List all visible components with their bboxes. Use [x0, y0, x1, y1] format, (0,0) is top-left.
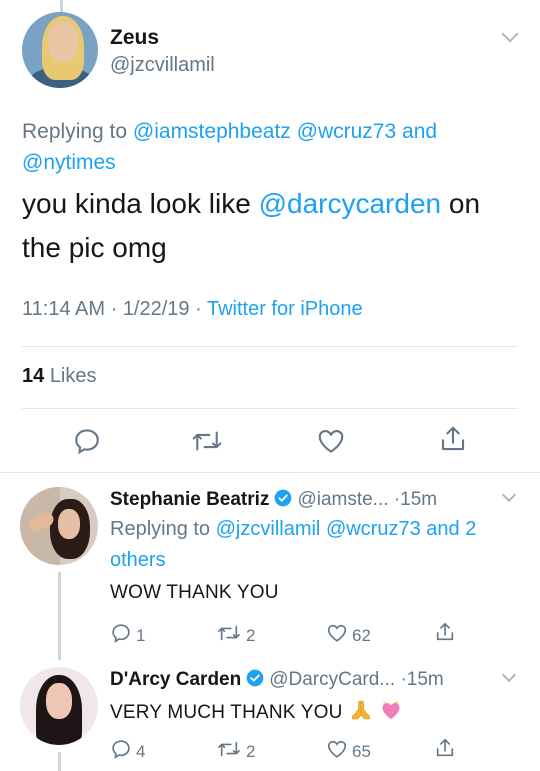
reply-icon	[110, 622, 136, 649]
retweet-button[interactable]: 2	[216, 622, 255, 649]
reply-text: WOW THANK YOU	[110, 582, 279, 603]
reply-author-handle[interactable]: @iamste...	[297, 489, 388, 510]
reply-header: D'Arcy Carden @DarcyCard... ·15m	[110, 668, 444, 694]
share-icon[interactable]	[434, 620, 460, 644]
reply-button[interactable]: 1	[110, 622, 145, 649]
heart-icon[interactable]	[316, 426, 346, 456]
verified-badge-icon	[245, 668, 265, 694]
reply-text: VERY MUCH THANK YOU	[110, 698, 403, 728]
reply-age: 15m	[400, 489, 438, 510]
mention-link[interactable]: @wcruz73	[297, 120, 397, 143]
retweet-icon	[216, 738, 246, 765]
thread-line	[58, 752, 61, 771]
author-name[interactable]: Zeus	[110, 26, 159, 50]
tweet-meta: 11:14 AM · 1/22/19 · Twitter for iPhone	[22, 298, 363, 320]
retweet-button[interactable]: 2	[216, 738, 255, 765]
divider	[0, 472, 540, 473]
reply-author-name[interactable]: D'Arcy Carden	[110, 669, 241, 690]
tweet-date: 1/22/19	[122, 298, 190, 320]
mention-link[interactable]: @wcruz73	[326, 518, 421, 540]
replying-to-line: Replying to @iamstephbeatz @wcruz73 and …	[22, 120, 438, 174]
share-icon[interactable]	[434, 736, 460, 760]
avatar[interactable]	[22, 12, 98, 88]
replying-to-line: Replying to @jzcvillamil @wcruz73 and 2 …	[110, 518, 477, 571]
chevron-down-icon[interactable]	[501, 667, 517, 683]
mention-link[interactable]: @darcycarden	[259, 188, 442, 219]
chevron-down-icon[interactable]	[501, 25, 519, 43]
avatar[interactable]	[20, 667, 98, 745]
avatar[interactable]	[20, 487, 98, 565]
folded-hands-emoji	[349, 698, 373, 728]
retweet-icon[interactable]	[190, 426, 224, 456]
likes-count[interactable]: 14 Likes	[22, 365, 97, 388]
thread-line	[58, 572, 61, 660]
tweet-source-link[interactable]: Twitter for iPhone	[207, 298, 363, 320]
reply-author-name[interactable]: Stephanie Beatriz	[110, 489, 269, 510]
verified-badge-icon	[273, 488, 293, 514]
sparkling-heart-emoji	[379, 698, 403, 728]
reply-icon[interactable]	[72, 426, 102, 456]
like-button[interactable]: 65	[326, 738, 371, 765]
reply-header: Stephanie Beatriz @iamste... ·15m	[110, 488, 437, 514]
mention-link[interactable]: @iamstephbeatz	[133, 120, 291, 143]
like-button[interactable]: 62	[326, 622, 371, 649]
reply-icon	[110, 738, 136, 765]
chevron-down-icon[interactable]	[501, 487, 517, 503]
thread-line-top	[60, 0, 63, 12]
reply-button[interactable]: 4	[110, 738, 145, 765]
reply-author-handle[interactable]: @DarcyCard...	[269, 669, 395, 690]
tweet-time: 11:14 AM	[22, 298, 106, 320]
author-handle[interactable]: @jzcvillamil	[110, 54, 215, 77]
reply-age: 15m	[406, 669, 444, 690]
mention-link[interactable]: @nytimes	[22, 151, 116, 174]
heart-icon	[326, 738, 352, 765]
share-icon[interactable]	[438, 424, 468, 454]
retweet-icon	[216, 622, 246, 649]
heart-icon	[326, 622, 352, 649]
divider	[22, 408, 518, 409]
mention-link[interactable]: @jzcvillamil	[216, 518, 321, 540]
divider	[22, 346, 518, 347]
tweet-text: you kinda look like @darcycarden on the …	[22, 188, 481, 263]
